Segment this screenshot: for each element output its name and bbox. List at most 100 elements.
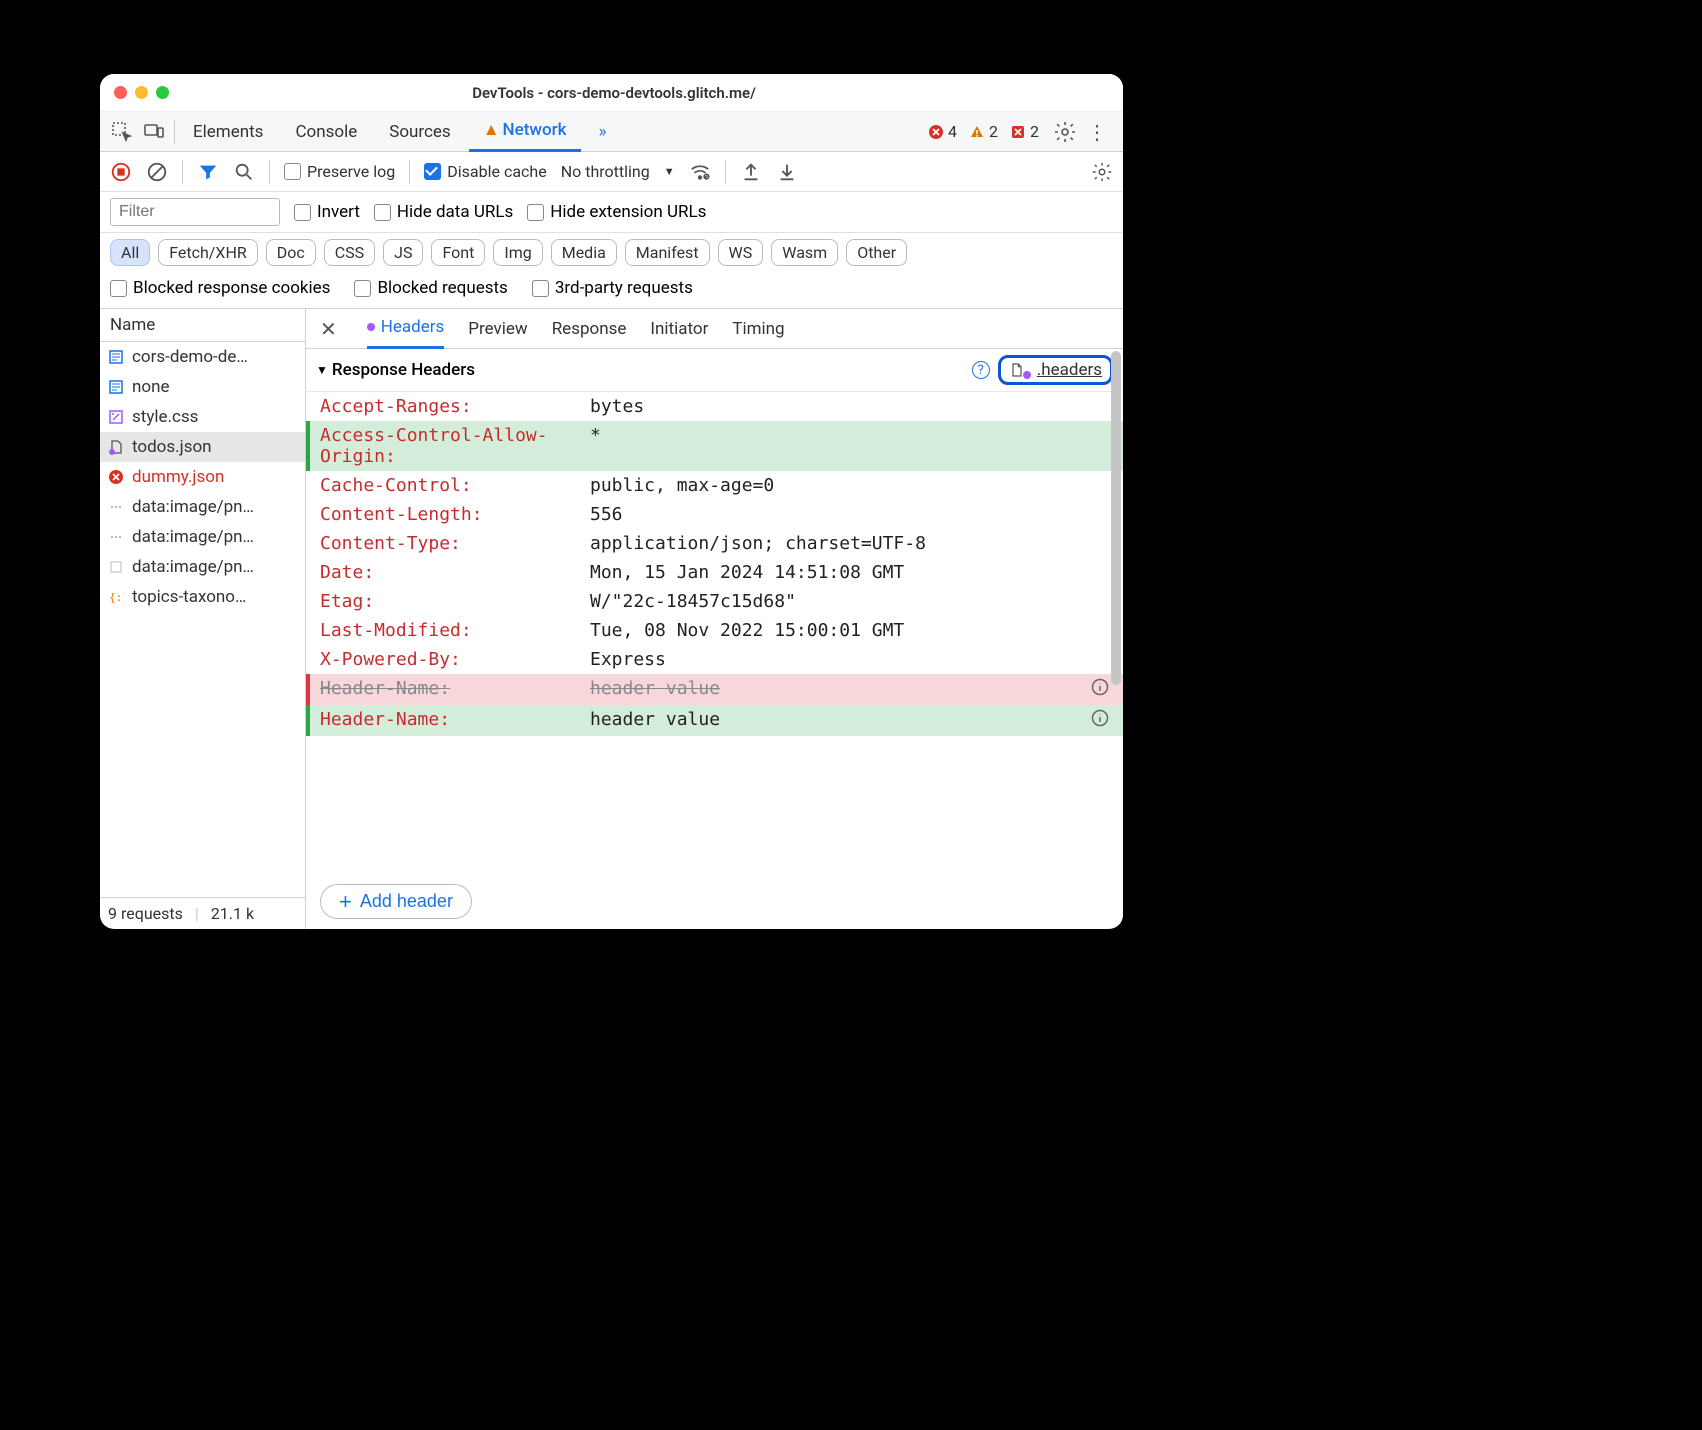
filter-icon[interactable] — [197, 161, 219, 183]
tab-headers[interactable]: Headers — [367, 309, 445, 349]
type-filter-font[interactable]: Font — [431, 239, 485, 266]
header-value: 556 — [590, 504, 623, 525]
header-row: Content-Type:application/json; charset=U… — [306, 529, 1123, 558]
record-button[interactable] — [110, 161, 132, 183]
header-row: Header-Name:header value — [306, 674, 1123, 705]
more-tabs-button[interactable]: » — [585, 112, 621, 152]
inspect-icon[interactable] — [110, 120, 134, 144]
hide-data-urls-checkbox[interactable]: Hide data URLs — [374, 202, 513, 222]
request-row[interactable]: dummy.json — [100, 462, 305, 492]
type-filter-doc[interactable]: Doc — [266, 239, 316, 266]
window-title: DevTools - cors-demo-devtools.glitch.me/ — [169, 84, 1109, 102]
blocked-requests-checkbox[interactable]: Blocked requests — [354, 278, 507, 298]
network-conditions-icon[interactable] — [689, 161, 711, 183]
request-row[interactable]: {:}topics-taxono… — [100, 582, 305, 612]
type-filter-wasm[interactable]: Wasm — [771, 239, 838, 266]
zoom-button[interactable] — [156, 86, 169, 99]
settings-icon[interactable] — [1053, 120, 1077, 144]
info-icon[interactable] — [1091, 678, 1109, 701]
header-value: W/"22c-18457c15d68" — [590, 591, 796, 612]
header-key: Content-Length: — [320, 504, 590, 525]
minimize-button[interactable] — [135, 86, 148, 99]
override-dot-icon — [1023, 371, 1031, 379]
header-value: Express — [590, 649, 666, 670]
error-count[interactable]: 4 — [928, 122, 957, 141]
close-button[interactable] — [114, 86, 127, 99]
filter-input[interactable] — [110, 198, 280, 226]
header-key: Date: — [320, 562, 590, 583]
disable-cache-checkbox[interactable]: Disable cache — [424, 162, 546, 181]
request-row[interactable]: cors-demo-de… — [100, 342, 305, 372]
tab-preview[interactable]: Preview — [468, 309, 527, 349]
response-headers-section[interactable]: ▼ Response Headers ? .headers — [306, 349, 1123, 392]
preserve-log-checkbox[interactable]: Preserve log — [284, 162, 395, 181]
headers-list: Accept-Ranges:bytesAccess-Control-Allow-… — [306, 392, 1123, 874]
warning-count[interactable]: 2 — [969, 122, 998, 141]
type-filter-ws[interactable]: WS — [718, 239, 764, 266]
checkbox-icon — [424, 163, 441, 180]
request-row[interactable]: none — [100, 372, 305, 402]
close-detail-button[interactable]: ✕ — [320, 317, 337, 341]
header-key: Content-Type: — [320, 533, 590, 554]
tab-sources[interactable]: Sources — [375, 112, 464, 152]
headers-file-link[interactable]: .headers — [998, 355, 1113, 385]
download-har-icon[interactable] — [776, 161, 798, 183]
header-row: Header-Name:header value — [306, 705, 1123, 736]
type-filter-img[interactable]: Img — [493, 239, 542, 266]
header-row: X-Powered-By:Express — [306, 645, 1123, 674]
type-filter-js[interactable]: JS — [383, 239, 423, 266]
header-row: Last-Modified:Tue, 08 Nov 2022 15:00:01 … — [306, 616, 1123, 645]
request-row[interactable]: data:image/pn… — [100, 522, 305, 552]
tab-elements[interactable]: Elements — [179, 112, 277, 152]
type-filter-fetchxhr[interactable]: Fetch/XHR — [158, 239, 258, 266]
header-key: Last-Modified: — [320, 620, 590, 641]
gear-icon[interactable] — [1091, 161, 1113, 183]
divider — [725, 160, 726, 184]
request-row[interactable]: data:image/pn… — [100, 492, 305, 522]
request-row[interactable]: todos.json — [100, 432, 305, 462]
request-row[interactable]: data:image/pn… — [100, 552, 305, 582]
invert-checkbox[interactable]: Invert — [294, 202, 360, 222]
warning-icon: ▲ — [483, 120, 500, 140]
request-label: todos.json — [132, 437, 212, 457]
issue-count[interactable]: 2 — [1010, 122, 1039, 141]
transfer-size: 21.1 k — [211, 904, 254, 923]
tab-network[interactable]: ▲Network — [469, 112, 581, 152]
clear-icon[interactable] — [146, 161, 168, 183]
panel-tabs: Elements Console Sources ▲Network » 4 2 … — [100, 112, 1123, 152]
tab-timing[interactable]: Timing — [732, 309, 784, 349]
name-column-header[interactable]: Name — [100, 309, 305, 342]
type-filter-manifest[interactable]: Manifest — [625, 239, 710, 266]
header-key: Access-Control-Allow-Origin: — [320, 425, 590, 467]
type-filter-other[interactable]: Other — [846, 239, 907, 266]
section-title: Response Headers — [332, 360, 475, 380]
header-value: bytes — [590, 396, 644, 417]
tab-initiator[interactable]: Initiator — [650, 309, 708, 349]
hide-extension-urls-checkbox[interactable]: Hide extension URLs — [527, 202, 706, 222]
type-filter-css[interactable]: CSS — [324, 239, 375, 266]
header-key: Header-Name: — [320, 709, 590, 732]
scrollbar[interactable] — [1111, 351, 1121, 889]
upload-har-icon[interactable] — [740, 161, 762, 183]
third-party-checkbox[interactable]: 3rd-party requests — [532, 278, 693, 298]
type-filter-all[interactable]: All — [110, 239, 150, 266]
info-icon[interactable] — [1091, 709, 1109, 732]
request-row[interactable]: style.css — [100, 402, 305, 432]
request-label: data:image/pn… — [132, 527, 254, 547]
kebab-icon[interactable]: ⋮ — [1085, 120, 1109, 144]
search-icon[interactable] — [233, 161, 255, 183]
titlebar: DevTools - cors-demo-devtools.glitch.me/ — [100, 74, 1123, 112]
help-icon[interactable]: ? — [972, 361, 990, 379]
request-label: data:image/pn… — [132, 497, 254, 517]
main-pane: Name cors-demo-de…nonestyle.css todos.jso… — [100, 309, 1123, 929]
tab-response[interactable]: Response — [552, 309, 627, 349]
add-header-button[interactable]: +Add header — [320, 884, 472, 919]
type-filter-media[interactable]: Media — [551, 239, 617, 266]
blocked-cookies-checkbox[interactable]: Blocked response cookies — [110, 278, 330, 298]
throttling-select[interactable]: No throttling▼ — [561, 162, 675, 181]
device-icon[interactable] — [142, 120, 166, 144]
tab-network-label: Network — [503, 120, 567, 140]
tab-console[interactable]: Console — [281, 112, 371, 152]
type-filter-row: All Fetch/XHR Doc CSS JS Font Img Media Manifest… — [100, 233, 1123, 272]
header-key: Cache-Control: — [320, 475, 590, 496]
